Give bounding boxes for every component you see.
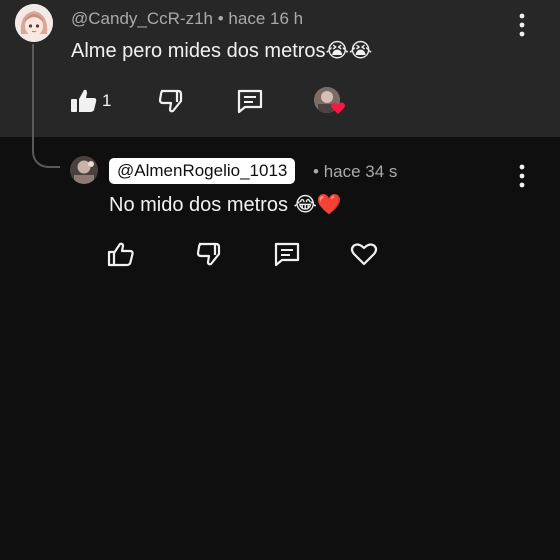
avatar-illustration bbox=[15, 4, 53, 42]
creator-heart-badge bbox=[331, 102, 345, 114]
reply-body: No mido dos metros bbox=[109, 194, 288, 216]
reply-avatar[interactable] bbox=[70, 156, 98, 184]
more-options-icon[interactable] bbox=[518, 163, 526, 189]
comment-emoji: 😭😭 bbox=[325, 38, 373, 62]
meta-separator: • bbox=[313, 162, 319, 181]
reply-text: No mido dos metros 😂❤️ bbox=[109, 192, 342, 217]
like-count: 1 bbox=[102, 91, 112, 110]
commenter-avatar[interactable] bbox=[15, 4, 53, 42]
reply-time: hace 34 s bbox=[323, 162, 398, 181]
reply-icon[interactable] bbox=[236, 88, 264, 114]
heart-icon[interactable] bbox=[350, 241, 378, 267]
comment-time: hace 16 h bbox=[228, 9, 304, 28]
thumbs-up-filled-icon[interactable] bbox=[70, 88, 98, 114]
comment-text: Alme pero mides dos metros😭😭 bbox=[71, 38, 372, 63]
thumbs-up-icon[interactable] bbox=[107, 241, 135, 267]
thumbs-down-icon[interactable] bbox=[158, 88, 186, 114]
comment-body: Alme pero mides dos metros bbox=[71, 40, 326, 62]
comment-meta: @Candy_CcR-z1h • hace 16 h bbox=[71, 9, 303, 29]
thumbs-down-icon[interactable] bbox=[196, 241, 224, 267]
mention-chip[interactable]: @AlmenRogelio_1013 bbox=[109, 158, 296, 184]
reply-meta: • hace 34 s bbox=[313, 162, 397, 182]
reply-emoji: 😂❤️ bbox=[293, 192, 342, 216]
thread-line bbox=[32, 44, 60, 168]
reply-avatar-image bbox=[70, 156, 98, 184]
comment-author[interactable]: @Candy_CcR-z1h bbox=[71, 9, 213, 28]
meta-separator: • bbox=[217, 9, 224, 28]
reply-icon[interactable] bbox=[273, 241, 301, 267]
more-options-icon[interactable] bbox=[518, 12, 526, 38]
